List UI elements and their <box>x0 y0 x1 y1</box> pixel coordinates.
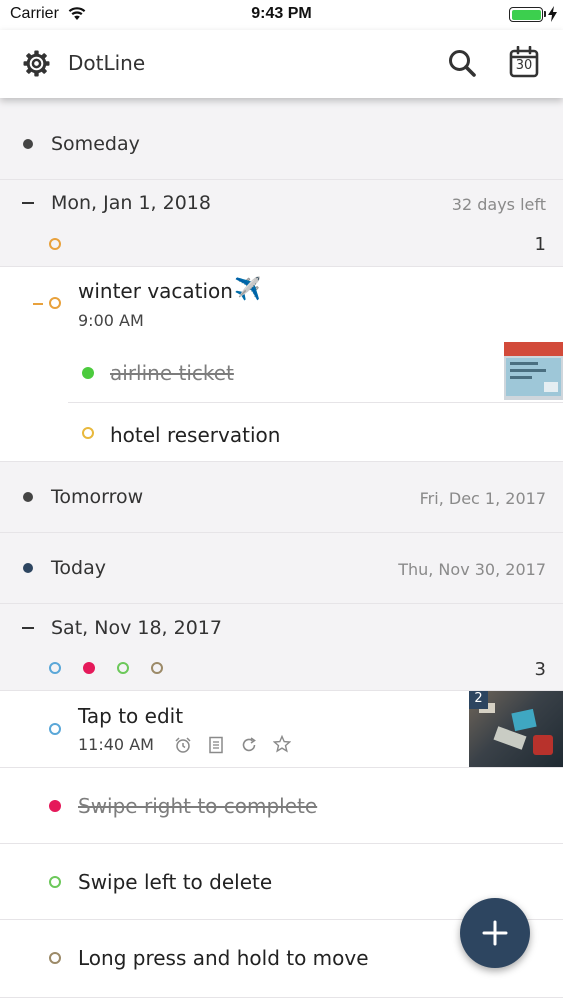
timeline-list[interactable]: Someday Mon, Jan 1, 2018 32 days left 1 … <box>0 98 563 1000</box>
group-nov-18-2017[interactable]: Sat, Nov 18, 2017 3 <box>0 604 563 691</box>
item-count: 1 <box>534 234 546 255</box>
group-someday[interactable]: Someday <box>0 98 563 180</box>
status-ring-icon[interactable] <box>49 952 61 964</box>
gear-icon[interactable] <box>22 49 51 78</box>
group-date: Thu, Nov 30, 2017 <box>398 560 546 579</box>
attachment-thumbnail[interactable]: 2 <box>469 691 563 767</box>
task-time: 11:40 AM <box>78 735 154 754</box>
days-left-label: 32 days left <box>451 195 546 214</box>
status-ring-icon <box>117 662 129 674</box>
status-ring-icon <box>151 662 163 674</box>
alarm-icon <box>175 737 191 753</box>
status-ring-icon <box>49 662 61 674</box>
app-title: DotLine <box>68 51 146 75</box>
note-icon <box>209 736 223 754</box>
status-bar: Carrier 9:43 PM <box>0 0 563 30</box>
plus-icon <box>482 920 508 946</box>
battery-icon <box>509 7 543 22</box>
task-winter-vacation[interactable]: winter vacation ✈️ 9:00 AM airline ticke… <box>0 267 563 462</box>
calendar-icon[interactable]: 30 <box>509 46 539 78</box>
group-label: Someday <box>51 133 140 155</box>
group-bullet <box>23 492 33 502</box>
clock: 9:43 PM <box>251 5 312 22</box>
task-title: Swipe left to delete <box>78 870 273 894</box>
nav-bar: DotLine 30 <box>0 30 563 98</box>
group-label: Today <box>51 557 106 579</box>
indent-dash-icon <box>33 303 43 305</box>
completed-dot-icon[interactable] <box>82 367 94 379</box>
collapse-dash-icon[interactable] <box>22 627 34 629</box>
task-title: Swipe right to complete <box>78 794 318 818</box>
completed-dot-icon[interactable] <box>49 800 61 812</box>
task-swipe-right[interactable]: Swipe right to complete <box>0 768 563 844</box>
group-jan-1-2018[interactable]: Mon, Jan 1, 2018 32 days left 1 <box>0 180 563 267</box>
status-ring-icon <box>49 238 61 250</box>
subtask-airline-ticket[interactable]: airline ticket <box>68 341 563 403</box>
ticket-thumbnail[interactable] <box>504 342 563 400</box>
calendar-day-label: 30 <box>515 58 533 73</box>
star-icon <box>273 735 291 753</box>
task-title: winter vacation <box>78 279 233 303</box>
group-label: Sat, Nov 18, 2017 <box>51 617 222 639</box>
status-ring-icon[interactable] <box>49 723 61 735</box>
completed-dot-icon <box>83 662 95 674</box>
group-tomorrow[interactable]: Tomorrow Fri, Dec 1, 2017 <box>0 462 563 533</box>
group-bullet <box>23 139 33 149</box>
subtask-hotel-reservation[interactable]: hotel reservation <box>68 403 563 462</box>
subtask-title: airline ticket <box>110 361 234 385</box>
status-ring-icon[interactable] <box>49 297 61 309</box>
group-bullet <box>23 563 33 573</box>
image-count-badge: 2 <box>469 691 488 709</box>
group-label: Tomorrow <box>51 486 144 508</box>
subtask-title: hotel reservation <box>110 423 281 447</box>
item-count: 3 <box>534 659 546 680</box>
charging-icon <box>548 6 557 22</box>
group-date: Fri, Dec 1, 2017 <box>419 489 546 508</box>
airplane-emoji: ✈️ <box>234 277 262 302</box>
task-title: Tap to edit <box>78 704 184 728</box>
status-ring-icon[interactable] <box>82 427 94 439</box>
collapse-dash-icon[interactable] <box>22 202 34 204</box>
task-title: Long press and hold to move <box>78 946 369 970</box>
add-task-button[interactable] <box>460 898 530 968</box>
status-ring-icon[interactable] <box>49 876 61 888</box>
search-icon[interactable] <box>447 48 477 78</box>
group-label: Mon, Jan 1, 2018 <box>51 192 211 214</box>
task-tap-to-edit[interactable]: Tap to edit 11:40 AM 2 <box>0 691 563 768</box>
task-time: 9:00 AM <box>78 311 144 330</box>
group-today[interactable]: Today Thu, Nov 30, 2017 <box>0 533 563 604</box>
repeat-icon <box>242 737 256 752</box>
